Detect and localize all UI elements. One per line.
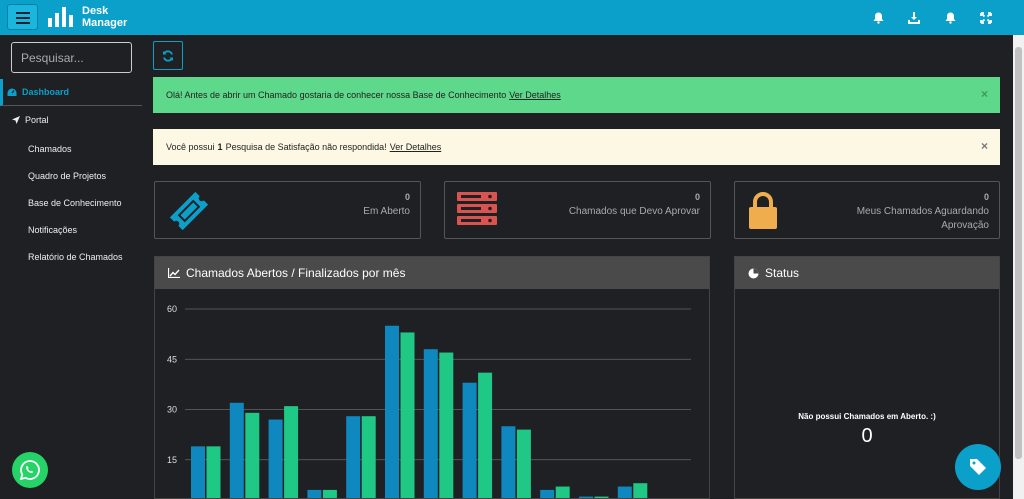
menu-toggle-button[interactable] bbox=[7, 4, 38, 30]
status-panel-title: Status bbox=[765, 266, 800, 280]
card-to-approve[interactable]: 0 Chamados que Devo Aprovar bbox=[444, 181, 711, 239]
bell-icon[interactable] bbox=[870, 10, 886, 26]
alert-details-link[interactable]: Ver Detalhes bbox=[509, 90, 561, 100]
bar-series1-12[interactable] bbox=[617, 486, 632, 499]
location-arrow-icon bbox=[12, 116, 20, 124]
logo-line2: Manager bbox=[82, 17, 128, 29]
bar-series1-3[interactable] bbox=[268, 419, 283, 499]
tag-action-button[interactable] bbox=[955, 444, 1001, 490]
bar-series2-6[interactable] bbox=[400, 332, 415, 499]
dashboard-icon bbox=[7, 88, 17, 97]
top-bar: Desk Manager bbox=[0, 0, 1024, 35]
scrollbar-thumb[interactable] bbox=[1015, 47, 1022, 459]
bar-series2-2[interactable] bbox=[245, 412, 260, 499]
bar-series2-5[interactable] bbox=[361, 416, 376, 499]
card-count: 0 bbox=[983, 192, 989, 202]
bar-series2-9[interactable] bbox=[516, 429, 531, 499]
lock-icon bbox=[747, 190, 779, 235]
fullscreen-icon[interactable] bbox=[978, 10, 994, 26]
status-panel-header: Status bbox=[735, 257, 999, 289]
close-icon[interactable]: × bbox=[981, 139, 988, 153]
bar-series2-4[interactable] bbox=[322, 489, 337, 499]
refresh-icon bbox=[162, 49, 174, 62]
alert-text: Olá! Antes de abrir um Chamado gostaria … bbox=[166, 90, 507, 100]
bar-series1-2[interactable] bbox=[229, 402, 244, 499]
alert-details-link[interactable]: Ver Detalhes bbox=[390, 142, 442, 152]
bar-series2-8[interactable] bbox=[478, 372, 493, 499]
card-label: Chamados que Devo Aprovar bbox=[568, 206, 700, 217]
bar-series1-10[interactable] bbox=[540, 489, 555, 499]
tag-icon bbox=[969, 458, 987, 476]
sidebar-item-dashboard[interactable]: Dashboard bbox=[0, 79, 142, 106]
bar-series1-4[interactable] bbox=[307, 489, 322, 499]
sidebar-item-chamados[interactable]: Chamados bbox=[28, 144, 72, 154]
y-tick-label: 45 bbox=[167, 354, 177, 364]
bar-series1-8[interactable] bbox=[462, 382, 477, 499]
whatsapp-button[interactable] bbox=[12, 452, 48, 488]
bar-series1-11[interactable] bbox=[579, 496, 593, 499]
alert-text: Pesquisa de Satisfação não respondida! bbox=[225, 142, 387, 152]
bar-series2-11[interactable] bbox=[594, 496, 609, 499]
survey-count: 1 bbox=[217, 142, 223, 152]
refresh-button[interactable] bbox=[153, 41, 183, 70]
y-tick-label: 60 bbox=[167, 304, 177, 314]
chart-panel-title: Chamados Abertos / Finalizados por mês bbox=[186, 266, 406, 280]
card-awaiting-approval[interactable]: 0 Meus Chamados Aguardando Aprovação bbox=[734, 181, 1000, 239]
chart-panel-header: Chamados Abertos / Finalizados por mês bbox=[155, 257, 709, 289]
alert-text: Você possui bbox=[166, 142, 215, 152]
logo-line1: Desk bbox=[82, 5, 109, 17]
bell-icon[interactable] bbox=[942, 10, 958, 26]
sidebar-item-quadro-projetos[interactable]: Quadro de Projetos bbox=[28, 171, 106, 181]
card-count: 0 bbox=[694, 192, 700, 202]
card-label: Meus Chamados Aguardando Aprovação bbox=[856, 206, 989, 231]
logo-text: Desk Manager bbox=[82, 5, 127, 29]
status-empty-text: Não possui Chamados em Aberto. :) bbox=[798, 412, 936, 421]
card-label: Em Aberto bbox=[363, 206, 410, 217]
pie-chart-icon bbox=[748, 268, 759, 279]
close-icon[interactable]: × bbox=[981, 87, 988, 101]
y-tick-label: 30 bbox=[167, 405, 177, 415]
sidebar-item-relatorio[interactable]: Relatório de Chamados bbox=[28, 252, 123, 262]
bar-series2-1[interactable] bbox=[206, 446, 221, 499]
download-icon[interactable] bbox=[906, 10, 922, 26]
bar-series1-9[interactable] bbox=[501, 426, 516, 499]
bar-chart: 60 45 30 15 bbox=[167, 304, 691, 499]
bar-series1-5[interactable] bbox=[346, 416, 361, 499]
bar-series2-3[interactable] bbox=[284, 406, 299, 499]
sidebar-item-portal[interactable]: Portal bbox=[12, 115, 49, 125]
ticket-icon bbox=[167, 190, 211, 237]
logo-icon bbox=[48, 7, 76, 27]
whatsapp-icon bbox=[19, 459, 41, 481]
card-open-tickets[interactable]: 0 Em Aberto bbox=[154, 181, 421, 239]
bar-series1-1[interactable] bbox=[191, 446, 205, 499]
sidebar: Dashboard Portal Chamados Quadro de Proj… bbox=[0, 35, 142, 499]
page-scrollbar[interactable] bbox=[1013, 35, 1024, 499]
bar-series1-7[interactable] bbox=[423, 349, 438, 499]
bar-series2-7[interactable] bbox=[439, 352, 454, 499]
sidebar-item-notificacoes[interactable]: Notificações bbox=[28, 225, 77, 235]
bar-series1-6[interactable] bbox=[385, 325, 399, 499]
survey-alert: Você possui 1 Pesquisa de Satisfação não… bbox=[153, 129, 1000, 165]
line-chart-icon bbox=[168, 268, 180, 278]
bar-series2-10[interactable] bbox=[555, 486, 570, 499]
sidebar-item-base-conhecimento[interactable]: Base de Conhecimento bbox=[28, 198, 122, 208]
knowledge-base-alert: Olá! Antes de abrir um Chamado gostaria … bbox=[153, 77, 1000, 113]
sidebar-item-label: Portal bbox=[25, 115, 49, 125]
search-input[interactable] bbox=[11, 42, 132, 73]
sidebar-item-label: Dashboard bbox=[22, 87, 70, 97]
y-tick-label: 15 bbox=[167, 455, 177, 465]
chart-panel: Chamados Abertos / Finalizados por mês 6… bbox=[154, 256, 710, 499]
card-count: 0 bbox=[404, 192, 410, 202]
bar-series2-12[interactable] bbox=[633, 483, 648, 499]
server-icon bbox=[457, 190, 497, 233]
status-count: 0 bbox=[861, 425, 873, 447]
